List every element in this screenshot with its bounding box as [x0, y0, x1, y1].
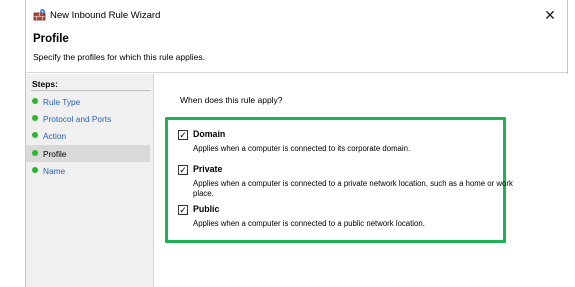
- private-description: Applies when a computer is connected to …: [193, 179, 513, 198]
- page-header: Profile Specify the profiles for which t…: [26, 30, 567, 73]
- question-text: When does this rule apply?: [180, 95, 283, 105]
- step-label: Protocol and Ports: [43, 113, 112, 124]
- domain-description: Applies when a computer is connected to …: [193, 144, 411, 153]
- public-checkbox[interactable]: ✓: [178, 205, 188, 215]
- green-dot-icon: [32, 167, 38, 173]
- window-title: New Inbound Rule Wizard: [50, 10, 161, 21]
- green-dot-icon: [32, 132, 38, 138]
- step-name[interactable]: Name: [26, 162, 150, 179]
- step-label: Name: [43, 165, 66, 176]
- green-dot-icon: [32, 150, 38, 156]
- steps-sidebar: Steps: Rule Type Protocol and Ports Acti…: [26, 74, 153, 287]
- public-description: Applies when a computer is connected to …: [193, 219, 425, 228]
- checkmark-icon: ✓: [179, 164, 187, 175]
- green-dot-icon: [32, 115, 38, 121]
- wizard-window: New Inbound Rule Wizard ✕ Profile Specif…: [25, 0, 568, 287]
- page-title: Profile: [33, 33, 69, 45]
- step-profile[interactable]: Profile: [26, 145, 150, 162]
- close-icon: ✕: [544, 6, 556, 23]
- domain-checkbox[interactable]: ✓: [178, 130, 188, 140]
- domain-label[interactable]: Domain: [193, 129, 225, 139]
- step-action[interactable]: Action: [26, 127, 150, 144]
- step-protocol-and-ports[interactable]: Protocol and Ports: [26, 110, 150, 127]
- public-label[interactable]: Public: [193, 204, 219, 214]
- private-checkbox[interactable]: ✓: [178, 165, 188, 175]
- step-label: Action: [43, 130, 67, 141]
- checkmark-icon: ✓: [179, 204, 187, 215]
- private-label[interactable]: Private: [193, 164, 222, 174]
- title-bar: New Inbound Rule Wizard ✕: [26, 0, 567, 30]
- step-label: Profile: [43, 148, 67, 159]
- green-dot-icon: [32, 98, 38, 104]
- step-rule-type[interactable]: Rule Type: [26, 93, 150, 110]
- main-content: When does this rule apply? ✓ Domain Appl…: [154, 74, 568, 287]
- step-label: Rule Type: [43, 96, 81, 107]
- firewall-icon: [33, 9, 46, 21]
- steps-divider: [31, 90, 151, 91]
- steps-title: Steps:: [32, 79, 58, 89]
- checkmark-icon: ✓: [179, 129, 187, 140]
- close-button[interactable]: ✕: [539, 4, 561, 26]
- page-subtitle: Specify the profiles for which this rule…: [33, 52, 205, 62]
